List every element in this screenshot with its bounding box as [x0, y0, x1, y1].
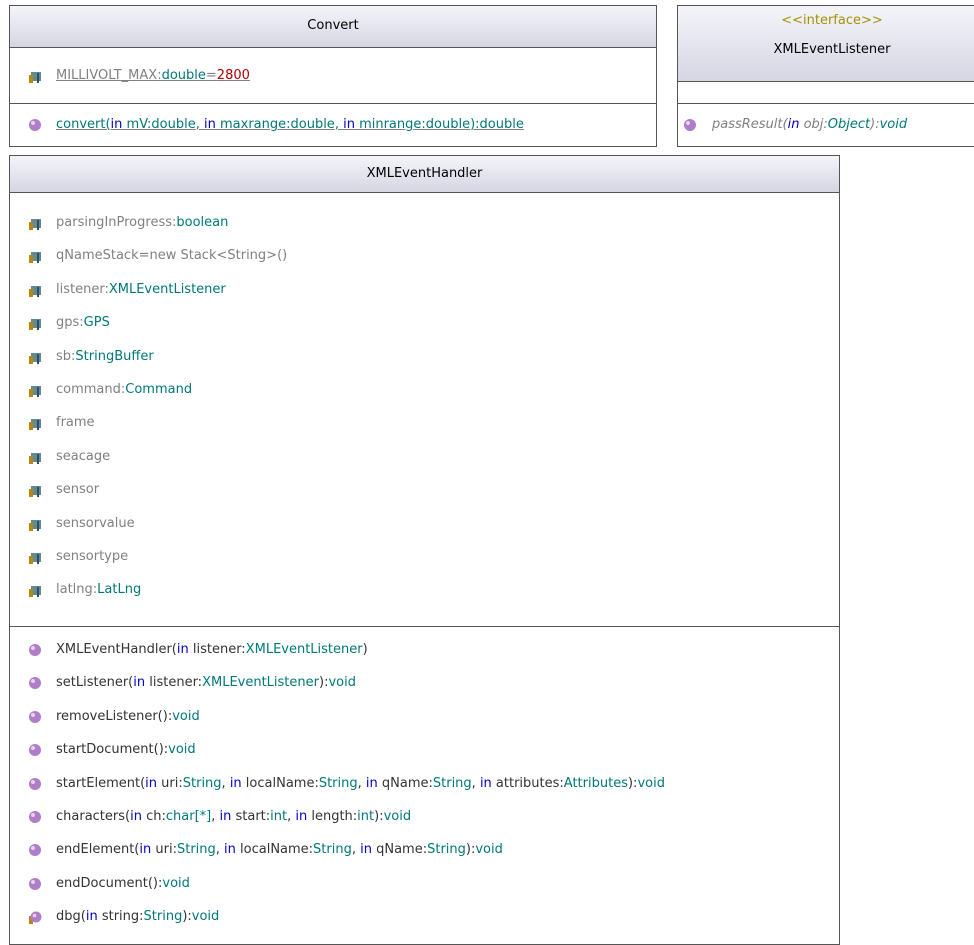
attribute-row[interactable]: sensorvalue	[10, 507, 839, 540]
operation-row[interactable]: endDocument():void	[10, 867, 839, 900]
operation-icon	[684, 119, 696, 131]
attribute-text: command:Command	[56, 381, 193, 397]
operations-compartment: convert(in mV:double, in maxrange:double…	[10, 104, 656, 141]
operation-icon	[29, 119, 41, 131]
attribute-text: MILLIVOLT_MAX:double=2800	[56, 68, 250, 83]
attribute-row[interactable]: qNameStack=new Stack<String>()	[10, 239, 839, 272]
attribute-icon	[29, 552, 41, 564]
attribute-text: sb:StringBuffer	[56, 348, 154, 364]
attribute-icon	[29, 486, 41, 498]
operation-text: XMLEventHandler(in listener:XMLEventList…	[56, 642, 368, 657]
attribute-text: gps:GPS	[56, 315, 110, 331]
attribute-row[interactable]: sensortype	[10, 540, 839, 573]
convert-class-box[interactable]: Convert MILLIVOLT_MAX:double=2800 conver…	[9, 5, 657, 147]
operation-text: characters(in ch:char[*], in start:int, …	[56, 808, 412, 824]
attribute-icon	[29, 419, 41, 431]
attribute-text: seacage	[56, 448, 111, 464]
operation-row[interactable]: characters(in ch:char[*], in start:int, …	[10, 800, 839, 833]
xmleventhandler-class-box[interactable]: XMLEventHandler parsingInProgress:boolea…	[9, 155, 840, 945]
attribute-icon	[29, 519, 41, 531]
attribute-row[interactable]: frame	[10, 406, 839, 439]
attribute-icon	[29, 252, 41, 264]
operation-icon	[29, 777, 41, 790]
attributes-compartment: parsingInProgress:boolean qNameStack=new …	[10, 193, 839, 627]
class-header[interactable]: Convert	[10, 6, 656, 48]
operation-text: setListener(in listener:XMLEventListener…	[56, 675, 356, 691]
operation-text: endDocument():void	[56, 875, 190, 891]
operation-icon	[29, 710, 41, 723]
class-header[interactable]: XMLEventHandler	[10, 156, 839, 193]
operation-icon	[29, 810, 41, 823]
attribute-icon	[29, 285, 41, 297]
operation-text: removeListener():void	[56, 708, 200, 724]
attribute-icon	[29, 72, 41, 83]
attribute-text: sensortype	[56, 548, 129, 564]
attributes-compartment	[678, 82, 974, 104]
operation-row[interactable]: removeListener():void	[10, 700, 839, 733]
attribute-row[interactable]: gps:GPS	[10, 306, 839, 339]
operation-icon	[29, 644, 41, 656]
attribute-icon	[29, 586, 41, 598]
class-name: XMLEventHandler	[366, 166, 483, 181]
attribute-row[interactable]: seacage	[10, 440, 839, 473]
operation-text: startElement(in uri:String, in localName…	[56, 775, 665, 791]
interface-name: XMLEventListener	[773, 42, 891, 57]
operation-row[interactable]: startDocument():void	[10, 733, 839, 766]
operation-row[interactable]: dbg(in string:String):void	[10, 900, 839, 933]
operation-text: dbg(in string:String):void	[56, 909, 220, 925]
operation-icon	[29, 877, 41, 890]
stereotype-label: <<interface>>	[781, 13, 883, 28]
attribute-icon	[29, 319, 41, 331]
operation-row[interactable]: setListener(in listener:XMLEventListener…	[10, 666, 839, 699]
operation-icon	[29, 677, 41, 690]
attribute-icon	[29, 452, 41, 464]
attribute-text: latlng:LatLng	[56, 582, 142, 598]
attribute-row[interactable]: listener:XMLEventListener	[10, 273, 839, 306]
operation-row[interactable]: passResult(in obj:Object):void	[678, 108, 974, 141]
attribute-row[interactable]: sensor	[10, 473, 839, 506]
attribute-row[interactable]: MILLIVOLT_MAX:double=2800	[10, 59, 656, 92]
attribute-text: sensorvalue	[56, 515, 135, 531]
operation-icon	[29, 744, 41, 757]
attribute-row[interactable]: latlng:LatLng	[10, 573, 839, 606]
attribute-row[interactable]: command:Command	[10, 373, 839, 406]
attribute-row[interactable]: sb:StringBuffer	[10, 340, 839, 373]
attribute-icon	[29, 219, 41, 230]
class-name: Convert	[307, 18, 359, 33]
attribute-row[interactable]: parsingInProgress:boolean	[10, 206, 839, 239]
operation-row[interactable]: convert(in mV:double, in maxrange:double…	[10, 108, 656, 141]
operation-icon	[29, 844, 41, 857]
attribute-icon	[29, 385, 41, 397]
operation-row[interactable]: startElement(in uri:String, in localName…	[10, 767, 839, 800]
attribute-text: qNameStack=new Stack<String>()	[56, 248, 288, 264]
xmleventlistener-interface-box[interactable]: <<interface>> XMLEventListener passResul…	[677, 5, 974, 147]
operation-text: convert(in mV:double, in maxrange:double…	[56, 117, 524, 132]
operation-text: passResult(in obj:Object):void	[712, 117, 908, 132]
attribute-text: listener:XMLEventListener	[56, 281, 226, 297]
operations-compartment: passResult(in obj:Object):void	[678, 104, 974, 141]
attribute-text: sensor	[56, 482, 100, 498]
operation-text: endElement(in uri:String, in localName:S…	[56, 842, 503, 858]
interface-header[interactable]: <<interface>> XMLEventListener	[678, 6, 974, 82]
attribute-text: frame	[56, 415, 95, 431]
operation-text: startDocument():void	[56, 742, 196, 758]
protected-operation-icon	[29, 911, 42, 925]
operation-row[interactable]: endElement(in uri:String, in localName:S…	[10, 833, 839, 866]
attribute-text: parsingInProgress:boolean	[56, 215, 229, 230]
attribute-icon	[29, 352, 41, 364]
attributes-compartment: MILLIVOLT_MAX:double=2800	[10, 48, 656, 104]
operation-row[interactable]: XMLEventHandler(in listener:XMLEventList…	[10, 633, 839, 666]
operations-compartment: XMLEventHandler(in listener:XMLEventList…	[10, 627, 839, 934]
